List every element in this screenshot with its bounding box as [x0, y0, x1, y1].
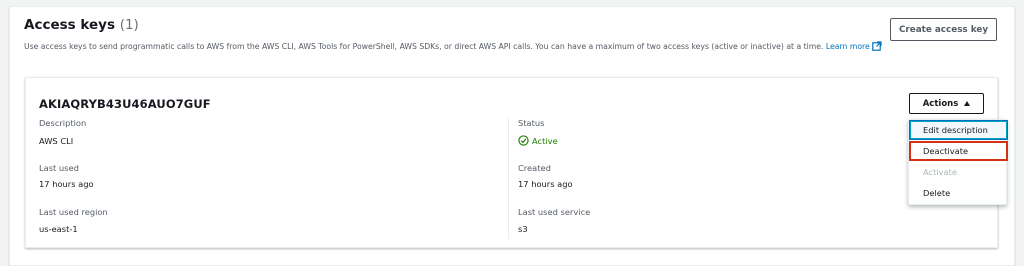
create-access-key-button[interactable]: Create access key — [890, 18, 997, 41]
external-link-icon — [871, 41, 882, 51]
created-label: Created — [518, 163, 551, 173]
last-used-region-label: Last used region — [39, 207, 108, 217]
last-used-value: 17 hours ago — [39, 179, 94, 189]
menu-item-edit-description[interactable]: Edit description — [909, 120, 1008, 140]
last-used-region-value: us-east-1 — [39, 224, 78, 234]
menu-item-deactivate[interactable]: Deactivate — [909, 141, 1008, 161]
column-divider — [508, 117, 509, 239]
actions-dropdown-menu: Edit description Deactivate Activate Del… — [908, 119, 1008, 205]
description-value: AWS CLI — [39, 136, 74, 146]
access-key-id: AKIAQRYB43U46AUO7GUF — [39, 97, 211, 111]
key-count: (1) — [119, 17, 139, 33]
section-title: Access keys (1) — [24, 17, 139, 33]
actions-label: Actions — [922, 98, 959, 109]
access-keys-panel: Access keys (1) Use access keys to send … — [9, 6, 1015, 266]
menu-item-delete[interactable]: Delete — [909, 183, 1008, 203]
description-label: Description — [39, 118, 87, 128]
status-label: Status — [518, 118, 545, 128]
last-used-label: Last used — [39, 163, 79, 173]
learn-more-label: Learn more — [825, 42, 870, 51]
last-used-service-label: Last used service — [518, 207, 591, 217]
section-title-text: Access keys — [24, 17, 115, 33]
caret-up-icon — [964, 101, 971, 106]
status-indicator: Active — [518, 135, 558, 146]
actions-button[interactable]: Actions — [909, 93, 984, 114]
learn-more-link[interactable]: Learn more — [825, 41, 882, 51]
description-text: Use access keys to send programmatic cal… — [24, 42, 824, 51]
created-value: 17 hours ago — [518, 179, 573, 189]
access-key-card: AKIAQRYB43U46AUO7GUF Actions Description… — [25, 77, 998, 248]
section-description: Use access keys to send programmatic cal… — [24, 41, 882, 51]
check-circle-icon — [518, 135, 529, 146]
last-used-service-value: s3 — [518, 224, 528, 234]
menu-item-activate: Activate — [923, 167, 958, 177]
status-value: Active — [532, 135, 558, 146]
